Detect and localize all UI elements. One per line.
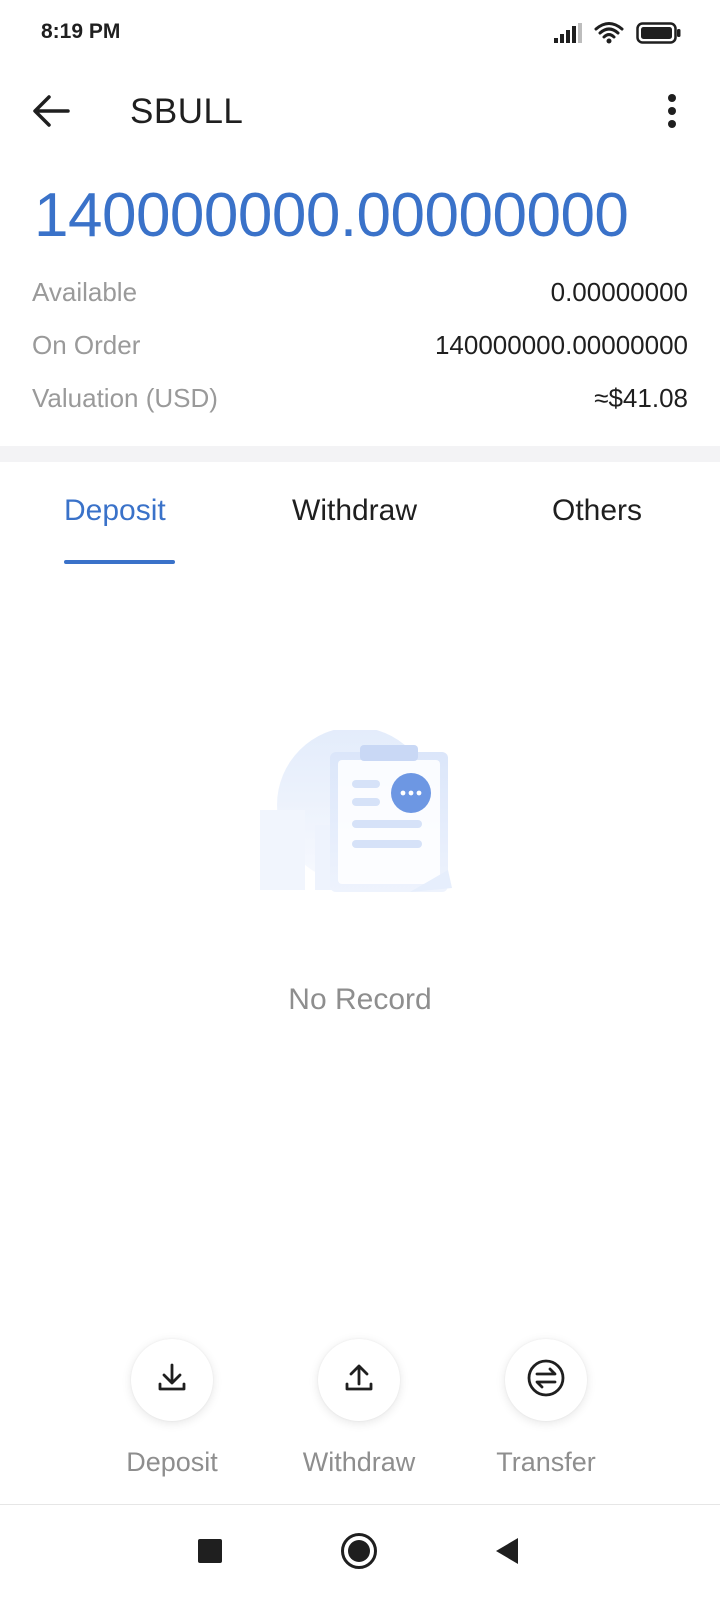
app-header: SBULL bbox=[0, 78, 720, 148]
recents-button[interactable] bbox=[188, 1531, 232, 1575]
home-button[interactable] bbox=[337, 1531, 381, 1575]
available-value: 0.00000000 bbox=[550, 276, 688, 307]
system-nav-bar bbox=[0, 1505, 720, 1600]
transfer-button-circle[interactable] bbox=[505, 1339, 587, 1421]
clipboard-document-icon bbox=[260, 727, 470, 920]
back-button[interactable] bbox=[28, 90, 74, 136]
active-tab-indicator bbox=[64, 560, 175, 564]
transfer-icon bbox=[526, 1358, 566, 1403]
deposit-button-circle[interactable] bbox=[131, 1339, 213, 1421]
valuation-row: Valuation (USD) ≈$41.08 bbox=[32, 380, 688, 416]
upload-icon bbox=[342, 1361, 376, 1400]
transfer-button-label: Transfer bbox=[496, 1447, 596, 1477]
back-nav-button[interactable] bbox=[485, 1531, 529, 1575]
on-order-row: On Order 140000000.00000000 bbox=[32, 327, 688, 363]
more-vertical-icon bbox=[667, 93, 677, 133]
valuation-value: ≈$41.08 bbox=[594, 382, 688, 413]
deposit-button[interactable]: Deposit bbox=[82, 1339, 262, 1478]
available-label: Available bbox=[32, 276, 138, 307]
deposit-button-label: Deposit bbox=[126, 1447, 218, 1477]
download-icon bbox=[155, 1361, 189, 1400]
on-order-value: 140000000.00000000 bbox=[434, 329, 688, 360]
recents-square-icon bbox=[197, 1538, 223, 1569]
home-circle-icon bbox=[340, 1532, 378, 1575]
battery-icon bbox=[636, 21, 682, 49]
withdraw-button[interactable]: Withdraw bbox=[269, 1339, 449, 1478]
valuation-label: Valuation (USD) bbox=[32, 382, 218, 413]
tab-others[interactable]: Others bbox=[552, 494, 642, 528]
status-icons bbox=[554, 20, 682, 50]
signal-icon bbox=[554, 22, 582, 48]
history-tabs: Deposit Withdraw Others bbox=[0, 470, 720, 566]
back-triangle-icon bbox=[494, 1536, 520, 1571]
tab-deposit[interactable]: Deposit bbox=[64, 494, 166, 528]
total-balance: 140000000.00000000 bbox=[34, 181, 629, 250]
on-order-label: On Order bbox=[32, 329, 141, 360]
withdraw-button-circle[interactable] bbox=[318, 1339, 400, 1421]
status-bar: 8:19 PM bbox=[0, 0, 720, 70]
withdraw-button-label: Withdraw bbox=[302, 1447, 416, 1477]
empty-state-text: No Record bbox=[288, 983, 432, 1016]
available-row: Available 0.00000000 bbox=[32, 274, 688, 310]
status-time: 8:19 PM bbox=[41, 20, 121, 43]
tab-withdraw[interactable]: Withdraw bbox=[292, 494, 417, 528]
arrow-left-icon bbox=[31, 94, 71, 133]
wifi-icon bbox=[594, 21, 624, 50]
page-title: SBULL bbox=[130, 92, 244, 131]
transfer-button[interactable]: Transfer bbox=[456, 1339, 636, 1478]
more-menu-button[interactable] bbox=[658, 90, 686, 136]
section-divider bbox=[0, 446, 720, 462]
